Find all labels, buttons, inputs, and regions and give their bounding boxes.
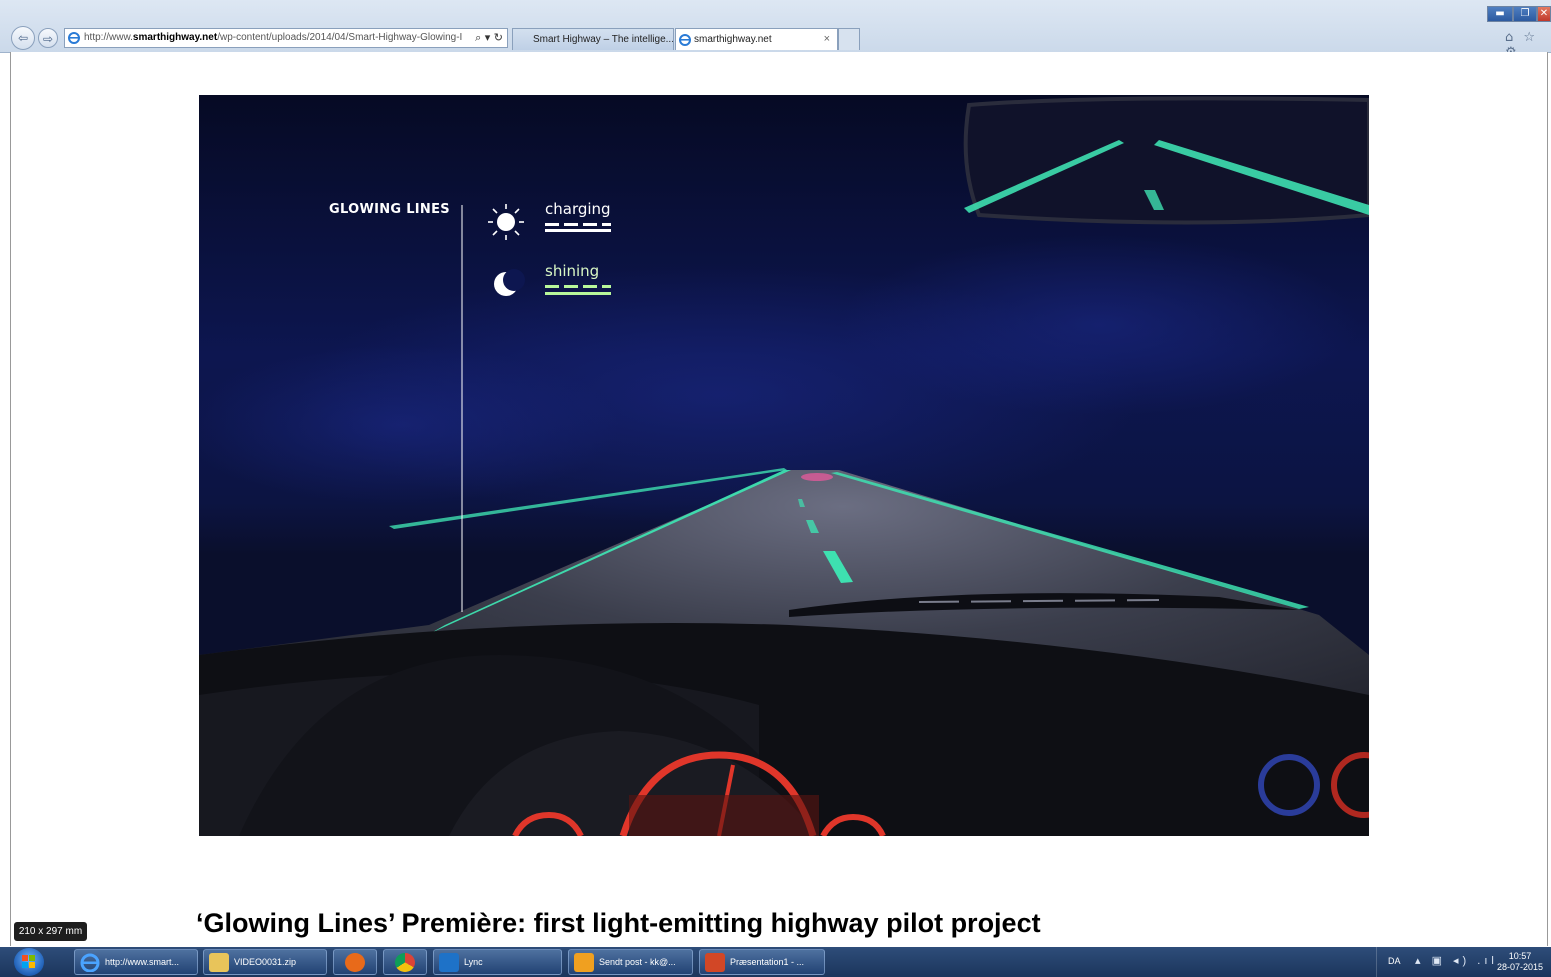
system-tray: DA ▴ ▣ ◂) .ıl 10:57 28-07-2015 bbox=[1376, 947, 1551, 977]
forward-button[interactable]: ⇨ bbox=[38, 28, 58, 48]
taskbar-item-ie[interactable]: http://www.smart... bbox=[74, 949, 198, 975]
taskbar-item-outlook[interactable]: Sendt post - kk@... bbox=[568, 949, 693, 975]
ie-icon bbox=[679, 34, 691, 46]
start-button[interactable] bbox=[14, 948, 44, 976]
media-player-icon bbox=[345, 953, 365, 972]
clock[interactable]: 10:57 28-07-2015 bbox=[1495, 951, 1545, 973]
shining-label: shining bbox=[545, 262, 600, 280]
powerpoint-icon bbox=[705, 953, 725, 972]
ie-icon bbox=[80, 953, 100, 972]
back-arrow-icon: ⇦ bbox=[17, 31, 29, 45]
taskbar-item-label: Præsentation1 - ... bbox=[730, 957, 805, 967]
address-bar[interactable]: http://www.smarthighway.net/wp-content/u… bbox=[64, 28, 508, 48]
glowing-lines-slide-image: GLOWING LINES charging shining bbox=[199, 95, 1369, 836]
new-tab-button[interactable] bbox=[838, 28, 860, 50]
charging-label: charging bbox=[545, 200, 611, 218]
tab-smarthighway-net[interactable]: smarthighway.net × bbox=[675, 28, 838, 50]
search-refresh-icons[interactable]: ⌕ ▾ ↻ bbox=[475, 29, 503, 47]
taskbar-item-powerpoint[interactable]: Præsentation1 - ... bbox=[699, 949, 825, 975]
tab-close-icon[interactable]: × bbox=[824, 29, 830, 50]
ie-icon bbox=[68, 32, 80, 44]
forward-arrow-icon: ⇨ bbox=[42, 32, 54, 46]
slide-caption: ‘Glowing Lines’ Première: first light-em… bbox=[196, 908, 1041, 938]
tab-label: smarthighway.net bbox=[694, 34, 772, 45]
tray-icons[interactable]: ▴ ▣ ◂) .ıl bbox=[1415, 954, 1498, 967]
taskbar-item-label: VIDEO0031.zip bbox=[234, 957, 297, 967]
maximize-button[interactable]: ❐ bbox=[1513, 6, 1537, 22]
minimize-button[interactable]: ▬ bbox=[1487, 6, 1513, 22]
taskbar-item-media-player[interactable] bbox=[333, 949, 377, 975]
folder-icon bbox=[209, 953, 229, 972]
taskbar-item-zip[interactable]: VIDEO0031.zip bbox=[203, 949, 327, 975]
taskbar-item-lync[interactable]: Lync bbox=[433, 949, 562, 975]
taskbar-item-chrome[interactable] bbox=[383, 949, 427, 975]
glowing-lines-heading: GLOWING LINES bbox=[329, 202, 450, 217]
close-button[interactable]: ✕ bbox=[1537, 6, 1551, 22]
lync-icon bbox=[439, 953, 459, 972]
url-text: http://www.smarthighway.net/wp-content/u… bbox=[84, 32, 463, 43]
clock-time: 10:57 bbox=[1508, 951, 1532, 961]
tab-smart-highway[interactable]: Smart Highway – The intellige... bbox=[512, 28, 674, 50]
tab-label: Smart Highway – The intellige... bbox=[533, 34, 674, 45]
back-button[interactable]: ⇦ bbox=[11, 26, 35, 50]
clock-date: 28-07-2015 bbox=[1496, 962, 1544, 972]
taskbar-item-label: http://www.smart... bbox=[105, 957, 180, 967]
chrome-icon bbox=[395, 953, 415, 972]
language-indicator[interactable]: DA bbox=[1388, 956, 1401, 966]
windows-taskbar: http://www.smart... VIDEO0031.zip Lync S… bbox=[0, 947, 1551, 977]
taskbar-item-label: Lync bbox=[464, 957, 483, 967]
browser-chrome: ⇦ ⇨ http://www.smarthighway.net/wp-conte… bbox=[0, 0, 1551, 60]
paper-size-tooltip: 210 x 297 mm bbox=[14, 922, 87, 941]
taskbar-item-label: Sendt post - kk@... bbox=[599, 957, 676, 967]
outlook-icon bbox=[574, 953, 594, 972]
windows-flag-icon bbox=[22, 955, 35, 968]
